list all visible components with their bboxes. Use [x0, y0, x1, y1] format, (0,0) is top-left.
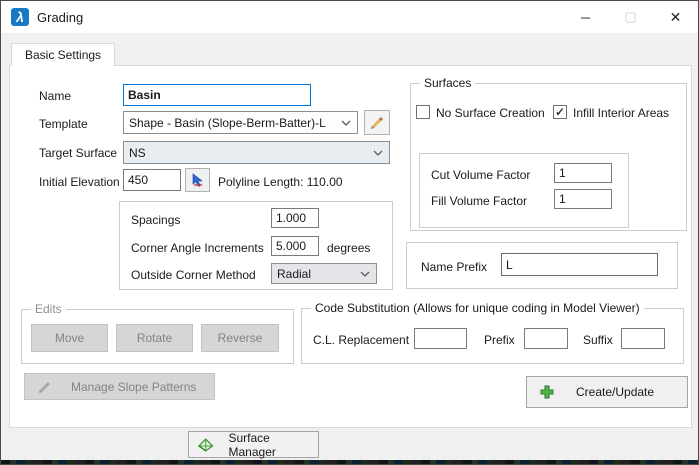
name-prefix-input[interactable]: [501, 253, 658, 276]
pencil-icon: [369, 115, 385, 131]
name-label: Name: [39, 89, 71, 103]
surface-icon: [197, 437, 215, 453]
degrees-unit-label: degrees: [327, 241, 370, 255]
spacings-label: Spacings: [131, 213, 180, 227]
fill-volume-factor-input[interactable]: [554, 189, 612, 209]
target-surface-label: Target Surface: [39, 146, 117, 160]
template-value: Shape - Basin (Slope-Berm-Batter)-L: [129, 116, 326, 130]
rotate-button[interactable]: Rotate: [116, 324, 193, 352]
no-surface-creation-checkbox[interactable]: [416, 105, 430, 119]
app-logo-icon: λ: [11, 8, 29, 26]
target-surface-dropdown[interactable]: NS: [123, 141, 390, 164]
tab-basic-settings-label: Basic Settings: [25, 48, 101, 62]
template-label: Template: [39, 117, 88, 131]
prefix-input[interactable]: [524, 328, 568, 349]
edit-template-button[interactable]: [364, 110, 390, 135]
checkmark-icon: ✓: [555, 106, 565, 118]
initial-elevation-input[interactable]: [123, 169, 181, 191]
polyline-length-text: Polyline Length: 110.00: [218, 175, 343, 189]
suffix-input[interactable]: [621, 328, 665, 349]
spacings-input[interactable]: [271, 208, 319, 228]
pick-point-cursor-icon: [190, 173, 205, 188]
surface-manager-button[interactable]: Surface Manager: [188, 431, 319, 458]
name-input[interactable]: [123, 84, 311, 106]
minimize-button[interactable]: ─: [563, 1, 608, 33]
reverse-button[interactable]: Reverse: [201, 324, 279, 352]
pencil-icon: [37, 379, 53, 395]
cl-replacement-label: C.L. Replacement: [313, 333, 409, 347]
window-title: Grading: [37, 10, 83, 25]
outside-corner-method-value: Radial: [277, 267, 311, 281]
cut-volume-factor-label: Cut Volume Factor: [431, 168, 530, 182]
background-strip: [1, 460, 698, 464]
outside-corner-method-dropdown[interactable]: Radial: [271, 263, 377, 284]
dialog-footer: [1, 428, 698, 462]
chevron-down-icon: [341, 120, 351, 126]
code-substitution-group-title: Code Substitution (Allows for unique cod…: [311, 301, 644, 315]
edits-group-title: Edits: [31, 302, 66, 316]
infill-interior-areas-checkbox[interactable]: ✓: [553, 105, 567, 119]
corner-angle-increments-input[interactable]: [271, 236, 319, 256]
create-update-button[interactable]: Create/Update: [526, 376, 688, 408]
target-surface-value: NS: [129, 146, 146, 160]
titlebar: λ Grading ─ ▢ ✕: [1, 1, 698, 33]
surfaces-group-title: Surfaces: [420, 76, 475, 90]
outside-corner-method-label: Outside Corner Method: [131, 268, 256, 282]
name-prefix-label: Name Prefix: [421, 260, 487, 274]
chevron-down-icon: [373, 150, 383, 156]
close-button[interactable]: ✕: [653, 1, 698, 33]
maximize-button[interactable]: ▢: [608, 1, 653, 33]
window-controls: ─ ▢ ✕: [563, 1, 698, 33]
template-dropdown[interactable]: Shape - Basin (Slope-Berm-Batter)-L: [123, 111, 358, 134]
manage-slope-patterns-label: Manage Slope Patterns: [71, 380, 196, 394]
initial-elevation-label: Initial Elevation: [39, 175, 120, 189]
corner-angle-increments-label: Corner Angle Increments: [131, 241, 264, 255]
create-update-label: Create/Update: [576, 385, 654, 399]
suffix-label: Suffix: [583, 333, 613, 347]
fill-volume-factor-label: Fill Volume Factor: [431, 194, 527, 208]
manage-slope-patterns-button[interactable]: Manage Slope Patterns: [24, 373, 215, 400]
cl-replacement-input[interactable]: [414, 328, 467, 349]
move-button[interactable]: Move: [31, 324, 108, 352]
surface-manager-label: Surface Manager: [229, 431, 319, 459]
grading-dialog: λ Grading ─ ▢ ✕ Basic Settings Name Temp…: [0, 0, 699, 465]
pick-elevation-button[interactable]: [185, 168, 210, 192]
plus-icon: [540, 385, 554, 399]
chevron-down-icon: [360, 271, 370, 277]
infill-interior-areas-label: Infill Interior Areas: [573, 106, 669, 120]
prefix-label: Prefix: [484, 333, 515, 347]
no-surface-creation-label: No Surface Creation: [436, 106, 545, 120]
tab-basic-settings[interactable]: Basic Settings: [11, 43, 115, 66]
cut-volume-factor-input[interactable]: [554, 163, 612, 183]
